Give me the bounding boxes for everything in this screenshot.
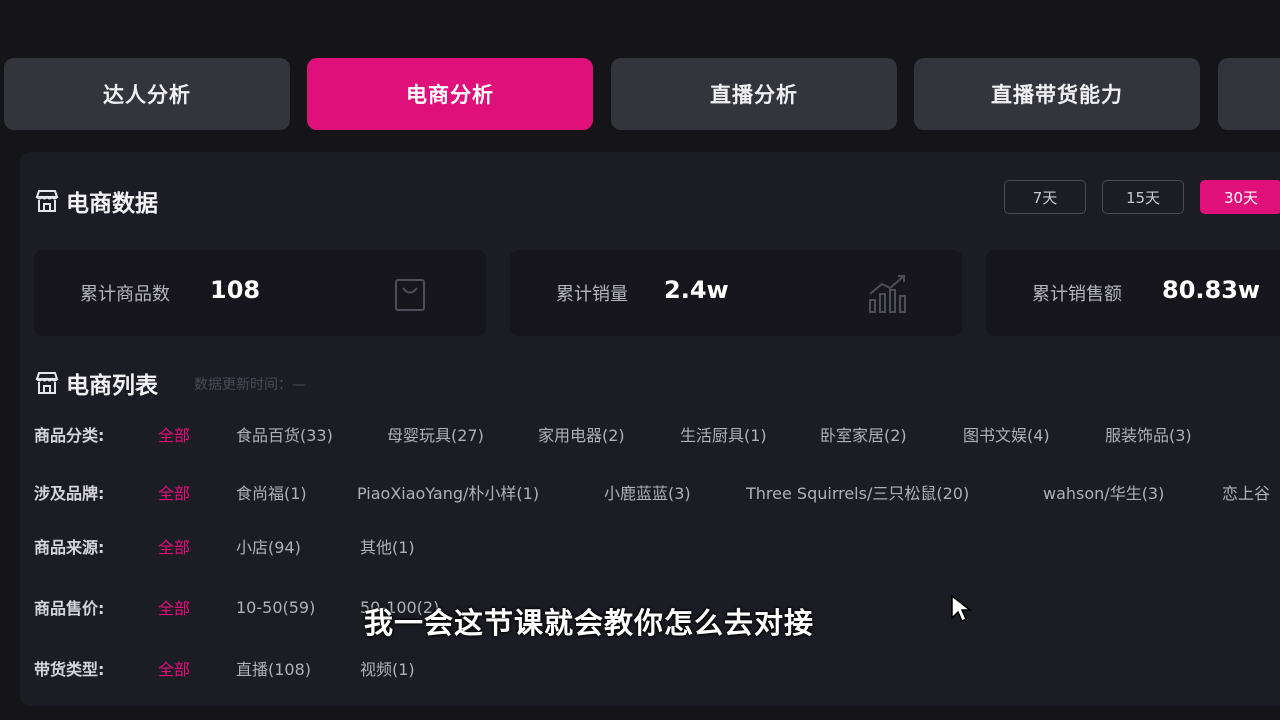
filter-option-all[interactable]: 全部 (158, 480, 190, 504)
filter-row-category: 商品分类: 全部 食品百货(33) 母婴玩具(27) 家用电器(2) 生活厨具(… (34, 420, 1280, 448)
stat-label: 累计商品数 (80, 284, 170, 305)
mouse-cursor-icon (951, 594, 972, 623)
update-time-text: 数据更新时间：— (194, 377, 306, 393)
filter-option[interactable]: 小店(94) (236, 534, 301, 558)
filter-option[interactable]: PiaoXiaoYang/朴小样(1) (357, 480, 539, 504)
filter-option[interactable]: 食品百货(33) (236, 422, 333, 446)
filter-option[interactable]: 小鹿蓝蓝(3) (604, 480, 691, 504)
filter-row-source: 商品来源: 全部 小店(94) 其他(1) (34, 532, 1280, 560)
filter-option-all[interactable]: 全部 (158, 656, 190, 680)
period-30-days-button[interactable]: 30天 (1200, 180, 1280, 214)
tab-live-sales-ability[interactable]: 直播带货能力 (914, 58, 1200, 130)
filter-option[interactable]: 其他(1) (360, 534, 415, 558)
filter-row-brand: 涉及品牌: 全部 食尚福(1) PiaoXiaoYang/朴小样(1) 小鹿蓝蓝… (34, 478, 1280, 506)
filter-option[interactable]: 家用电器(2) (538, 422, 625, 446)
tab-more[interactable] (1218, 58, 1280, 130)
ecommerce-data-title: 电商数据 (66, 191, 158, 217)
filter-label: 商品售价: (34, 599, 105, 618)
filter-option[interactable]: 生活厨具(1) (680, 422, 767, 446)
page: 达人分析 电商分析 直播分析 直播带货能力 电商数据 7天 15天 30天 累计… (0, 0, 1280, 720)
analysis-tabs: 达人分析 电商分析 直播分析 直播带货能力 (4, 58, 1280, 130)
tab-influencer-analysis[interactable]: 达人分析 (4, 58, 290, 130)
filter-option[interactable]: 视频(1) (360, 656, 415, 680)
ecommerce-list-heading: 电商列表 (34, 366, 158, 400)
filter-option[interactable]: 恋上谷 (1222, 480, 1270, 504)
tab-live-analysis[interactable]: 直播分析 (611, 58, 897, 130)
filter-option-all[interactable]: 全部 (158, 534, 190, 558)
store-icon (35, 190, 59, 212)
filter-option[interactable]: wahson/华生(3) (1043, 480, 1164, 504)
stat-card-total-sales-amount: 累计销售额 80.83w (986, 250, 1280, 336)
shopping-bag-icon (395, 279, 425, 311)
ecommerce-list-title: 电商列表 (66, 373, 158, 399)
period-15-days-button[interactable]: 15天 (1102, 180, 1184, 214)
filter-label: 商品分类: (34, 426, 105, 445)
video-subtitle: 我一会这节课就会教你怎么去对接 (364, 606, 815, 640)
filter-label: 带货类型: (34, 660, 105, 679)
filter-option[interactable]: 卧室家居(2) (820, 422, 907, 446)
filter-option[interactable]: Three Squirrels/三只松鼠(20) (746, 480, 969, 504)
stat-value: 108 (210, 276, 261, 304)
filter-option[interactable]: 图书文娱(4) (963, 422, 1050, 446)
filter-option[interactable]: 10-50(59) (236, 598, 315, 617)
stat-label: 累计销量 (556, 284, 628, 305)
filter-option[interactable]: 服装饰品(3) (1105, 422, 1192, 446)
ecommerce-data-heading: 电商数据 (34, 184, 158, 218)
filter-option-all[interactable]: 全部 (158, 422, 190, 446)
store-icon (35, 372, 59, 394)
filter-option[interactable]: 直播(108) (236, 656, 311, 680)
period-7-days-button[interactable]: 7天 (1004, 180, 1086, 214)
stat-card-total-sales-volume: 累计销量 2.4w (510, 250, 962, 336)
stat-value: 80.83w (1162, 276, 1261, 304)
filter-row-sales-type: 带货类型: 全部 直播(108) 视频(1) (34, 654, 1280, 682)
period-selector: 7天 15天 30天 (1004, 180, 1280, 214)
stat-card-total-products: 累计商品数 108 (34, 250, 486, 336)
tab-ecommerce-analysis[interactable]: 电商分析 (307, 58, 593, 130)
filter-option[interactable]: 母婴玩具(27) (387, 422, 484, 446)
stat-label: 累计销售额 (1032, 284, 1122, 305)
growth-chart-icon (869, 275, 906, 313)
filter-label: 商品来源: (34, 538, 105, 557)
stat-value: 2.4w (664, 276, 729, 304)
filter-option-all[interactable]: 全部 (158, 595, 190, 619)
filter-option[interactable]: 食尚福(1) (236, 480, 307, 504)
filter-label: 涉及品牌: (34, 484, 105, 503)
